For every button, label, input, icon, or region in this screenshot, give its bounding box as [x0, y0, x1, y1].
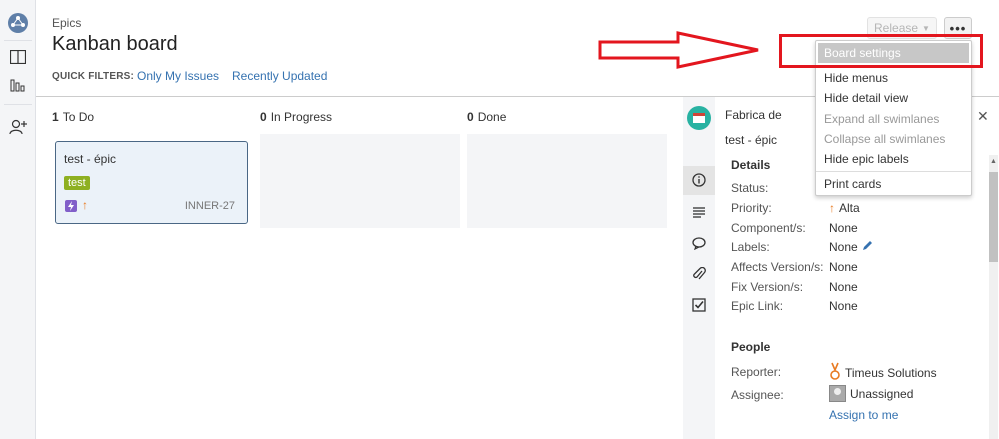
- quick-filters-label: QUICK FILTERS:: [52, 71, 135, 82]
- issue-card[interactable]: test - épic test ↑ INNER-27: [55, 141, 248, 224]
- project-logo-icon[interactable]: [0, 8, 36, 38]
- page-title: Kanban board: [52, 33, 178, 55]
- column-done[interactable]: [467, 134, 667, 228]
- priority-value[interactable]: ↑ Alta: [829, 201, 860, 215]
- pencil-icon[interactable]: [862, 240, 873, 254]
- assignee-name: Unassigned: [850, 386, 914, 401]
- priority-high-icon: ↑: [829, 201, 835, 215]
- board-icon[interactable]: [0, 42, 36, 72]
- sidebar-divider: [4, 104, 32, 105]
- column-name: To Do: [62, 110, 95, 124]
- reporter-avatar: [829, 362, 841, 383]
- menu-item-print-cards[interactable]: Print cards: [816, 174, 971, 194]
- info-icon[interactable]: [692, 173, 706, 187]
- column-header-todo: 1 To Do: [52, 110, 94, 124]
- subtasks-icon[interactable]: [692, 298, 706, 312]
- priority-high-icon: ↑: [82, 198, 88, 212]
- card-epic-label: test: [64, 176, 90, 190]
- epic-link-value[interactable]: None: [829, 299, 858, 313]
- quick-filter-only-my-issues[interactable]: Only My Issues: [137, 69, 219, 83]
- release-button-label: Release: [874, 21, 919, 35]
- component-value[interactable]: None: [829, 221, 858, 235]
- detail-project-name[interactable]: Fabrica de Softwa: [725, 108, 785, 122]
- add-user-icon[interactable]: [0, 112, 36, 142]
- detail-issue-summary: test - épic: [725, 133, 778, 147]
- column-name: In Progress: [270, 110, 333, 124]
- sidebar-divider: [4, 40, 32, 41]
- menu-item-hide-epic-labels[interactable]: Hide epic labels: [816, 149, 971, 169]
- project-avatar: [687, 106, 711, 130]
- assignee-value[interactable]: Unassigned: [829, 385, 913, 402]
- scroll-up-icon[interactable]: ▲: [989, 158, 998, 167]
- card-issue-key[interactable]: INNER-27: [185, 200, 235, 212]
- avatar: [829, 385, 846, 402]
- description-icon[interactable]: [692, 205, 706, 219]
- column-header-done: 0 Done: [467, 110, 506, 124]
- menu-divider: [816, 171, 971, 172]
- fix-version-label: Fix Version/s:: [731, 280, 804, 294]
- reporter-name: Timeus Solutions: [845, 365, 937, 380]
- column-count: 0: [467, 110, 474, 124]
- component-label: Component/s:: [731, 221, 806, 235]
- affects-version-label: Affects Version/s:: [731, 260, 824, 274]
- reporter-label: Reporter:: [731, 365, 782, 379]
- reports-icon[interactable]: [0, 70, 36, 100]
- annotation-highlight-box: [779, 34, 983, 68]
- column-name: Done: [477, 110, 507, 124]
- labels-label: Labels:: [731, 240, 770, 254]
- close-icon[interactable]: ✕: [977, 108, 989, 125]
- labels-value-text: None: [829, 240, 858, 254]
- reporter-value[interactable]: Timeus Solutions: [829, 362, 937, 383]
- affects-version-value[interactable]: None: [829, 260, 858, 274]
- status-label: Status:: [731, 181, 769, 195]
- attachment-icon[interactable]: [692, 267, 706, 281]
- menu-item-hide-detail-view[interactable]: Hide detail view: [816, 88, 971, 108]
- annotation-arrow: [598, 31, 759, 69]
- comment-icon[interactable]: [692, 236, 706, 250]
- fix-version-value[interactable]: None: [829, 280, 858, 294]
- people-section-heading: People: [731, 340, 771, 354]
- priority-label: Priority:: [731, 201, 772, 215]
- scrollbar-thumb[interactable]: [989, 172, 998, 262]
- quick-filter-recently-updated[interactable]: Recently Updated: [232, 69, 327, 83]
- app-sidebar: [0, 0, 36, 439]
- column-in-progress[interactable]: [260, 134, 460, 228]
- menu-item-hide-menus[interactable]: Hide menus: [816, 68, 971, 88]
- labels-value[interactable]: None: [829, 240, 873, 254]
- column-header-in-progress: 0 In Progress: [260, 110, 332, 124]
- card-summary: test - épic: [64, 152, 117, 166]
- assign-to-me-link[interactable]: Assign to me: [829, 408, 898, 422]
- menu-item-collapse-swimlanes: Collapse all swimlanes: [824, 132, 946, 146]
- chevron-down-icon: ▼: [922, 23, 930, 33]
- details-section-heading: Details: [731, 158, 771, 172]
- breadcrumb[interactable]: Epics: [52, 16, 81, 30]
- epic-link-label: Epic Link:: [731, 299, 784, 313]
- menu-item-expand-swimlanes: Expand all swimlanes: [824, 112, 940, 126]
- priority-value-text: Alta: [839, 201, 860, 215]
- column-count: 0: [260, 110, 267, 124]
- assignee-label: Assignee:: [731, 388, 784, 402]
- column-count: 1: [52, 110, 59, 124]
- epic-type-icon: [65, 200, 77, 212]
